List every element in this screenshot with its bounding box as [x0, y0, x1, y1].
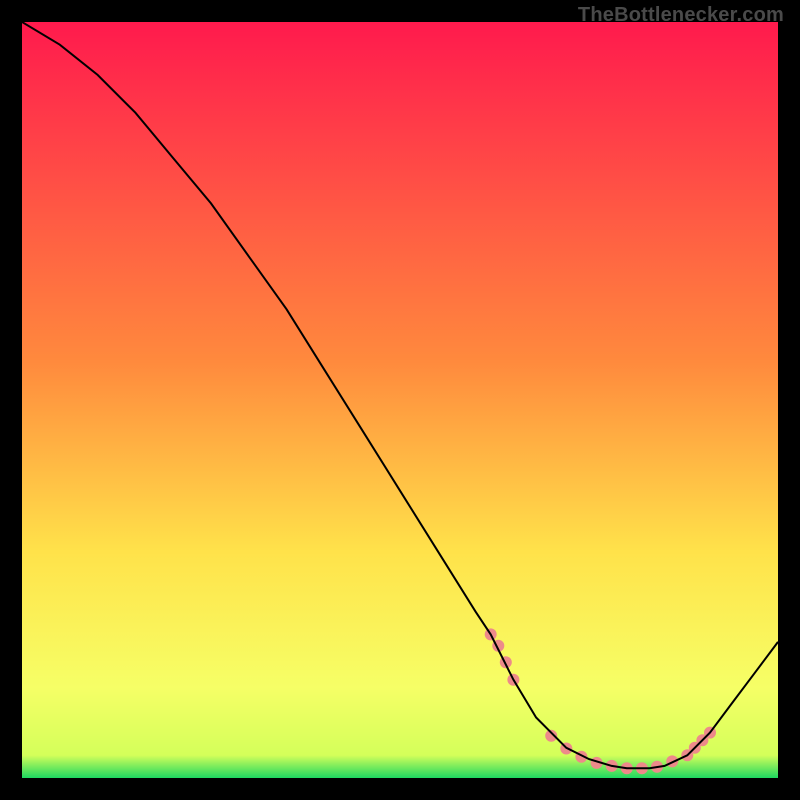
chart-stage: TheBottlenecker.com — [0, 0, 800, 800]
gradient-background — [22, 22, 778, 778]
chart-plot-area — [22, 22, 778, 778]
chart-svg — [22, 22, 778, 778]
